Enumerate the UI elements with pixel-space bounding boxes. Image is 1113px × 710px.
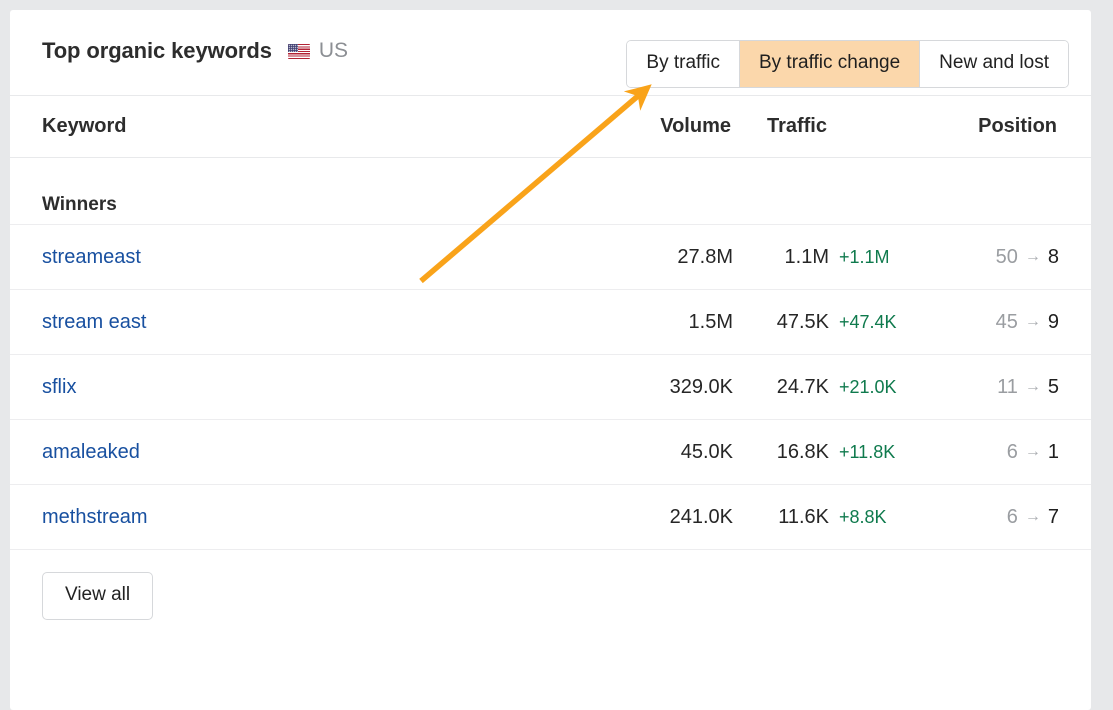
- cell-traffic-change: +47.4K: [839, 312, 897, 332]
- cell-traffic-change: +21.0K: [839, 377, 897, 397]
- keyword-link[interactable]: streameast: [42, 246, 141, 268]
- page-title: Top organic keywords: [42, 38, 272, 64]
- cell-traffic: 11.6K: [733, 506, 829, 529]
- column-header-traffic: Traffic: [731, 115, 827, 138]
- table-row[interactable]: amaleaked 45.0K 16.8K +11.8K 6 → 1: [10, 419, 1091, 484]
- cell-traffic-change: +11.8K: [839, 442, 895, 462]
- cell-traffic: 24.7K: [733, 376, 829, 399]
- cell-volume: 45.0K: [615, 441, 733, 464]
- cell-traffic: 16.8K: [733, 441, 829, 464]
- table-header-row: Keyword Volume Traffic Position: [10, 96, 1091, 158]
- position-to: 9: [1048, 311, 1059, 334]
- cell-traffic: 1.1M: [733, 246, 829, 269]
- keyword-link[interactable]: sflix: [42, 376, 76, 398]
- position-to: 1: [1048, 441, 1059, 464]
- cell-traffic: 47.5K: [733, 311, 829, 334]
- cell-position: 45 → 9: [939, 311, 1059, 334]
- keywords-table: Keyword Volume Traffic Position Winners …: [10, 96, 1091, 550]
- us-flag-icon: [288, 44, 310, 59]
- cell-traffic-change: +8.8K: [839, 507, 887, 527]
- cell-traffic-change: +1.1M: [839, 247, 890, 267]
- position-to: 8: [1048, 246, 1059, 269]
- keyword-link[interactable]: amaleaked: [42, 441, 140, 463]
- cell-volume: 329.0K: [615, 376, 733, 399]
- arrow-right-icon: →: [1025, 379, 1041, 395]
- cell-position: 11 → 5: [939, 376, 1059, 399]
- position-from: 11: [997, 376, 1018, 399]
- cell-volume: 1.5M: [615, 311, 733, 334]
- table-bottom-divider: [10, 549, 1091, 550]
- card-header: Top organic keywords US By traffic By tr…: [10, 10, 1091, 96]
- column-header-volume: Volume: [613, 115, 731, 138]
- keyword-link[interactable]: methstream: [42, 506, 148, 528]
- view-mode-tabs: By traffic By traffic change New and los…: [626, 40, 1069, 88]
- section-label: Winners: [42, 194, 117, 215]
- arrow-right-icon: →: [1025, 249, 1041, 265]
- cell-position: 6 → 1: [939, 441, 1059, 464]
- table-row[interactable]: streameast 27.8M 1.1M +1.1M 50 → 8: [10, 224, 1091, 289]
- country-code-label: US: [319, 39, 348, 63]
- title-group: Top organic keywords US: [42, 38, 348, 64]
- table-row[interactable]: methstream 241.0K 11.6K +8.8K 6 → 7: [10, 484, 1091, 549]
- position-to: 7: [1048, 506, 1059, 529]
- position-from: 6: [1007, 441, 1018, 464]
- view-all-button[interactable]: View all: [42, 572, 153, 620]
- column-header-position: Position: [937, 115, 1059, 138]
- column-header-keyword: Keyword: [42, 115, 613, 138]
- arrow-right-icon: →: [1025, 444, 1041, 460]
- arrow-right-icon: →: [1025, 314, 1041, 330]
- flag-canton: [288, 44, 298, 52]
- cell-position: 6 → 7: [939, 506, 1059, 529]
- keyword-link[interactable]: stream east: [42, 311, 146, 333]
- cell-volume: 27.8M: [615, 246, 733, 269]
- position-from: 6: [1007, 506, 1018, 529]
- cell-volume: 241.0K: [615, 506, 733, 529]
- card-footer: View all: [10, 550, 1091, 620]
- tab-by-traffic[interactable]: By traffic: [627, 41, 740, 87]
- position-from: 45: [996, 311, 1018, 334]
- table-row[interactable]: sflix 329.0K 24.7K +21.0K 11 → 5: [10, 354, 1091, 419]
- table-row[interactable]: stream east 1.5M 47.5K +47.4K 45 → 9: [10, 289, 1091, 354]
- tab-by-traffic-change[interactable]: By traffic change: [740, 41, 920, 87]
- tab-new-and-lost[interactable]: New and lost: [920, 41, 1068, 87]
- position-to: 5: [1048, 376, 1059, 399]
- position-from: 50: [996, 246, 1018, 269]
- screen-root: Top organic keywords US By traffic By tr…: [0, 0, 1113, 695]
- arrow-right-icon: →: [1025, 509, 1041, 525]
- cell-position: 50 → 8: [939, 246, 1059, 269]
- section-header-winners: Winners: [10, 158, 1091, 224]
- top-organic-keywords-card: Top organic keywords US By traffic By tr…: [10, 10, 1091, 710]
